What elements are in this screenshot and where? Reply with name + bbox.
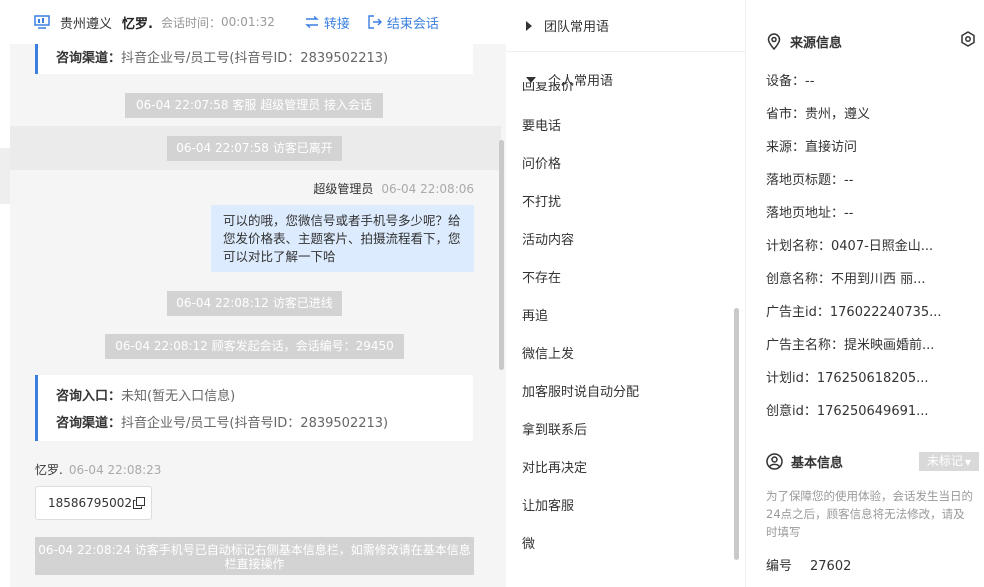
consult-channel-value: 抖音企业号/员工号(抖音号ID：2839502213) [121,416,389,431]
phrase-item[interactable]: 加客服时说自动分配 [522,381,639,400]
serial-label: 编号 [766,559,793,574]
consult-entry-label: 咨询入口： [56,389,122,404]
phrase-item[interactable]: 问价格 [522,153,561,172]
consult-entry-value: 未知(暂无入口信息) [121,389,236,404]
copy-icon[interactable] [132,497,145,509]
basic-info-label: 基本信息 [791,456,844,471]
info-row-advertiser-id: 广告主id：176022240735... [766,305,942,320]
phrase-item-partial[interactable]: 回复报价 [522,82,602,91]
transfer-icon [304,16,319,28]
agent-message-meta: 超级管理员 06-04 22:08:06 [313,180,474,197]
phrases-divider [506,51,745,52]
consult-channel-label: 咨询渠道： [56,416,122,431]
phrase-item[interactable]: 活动内容 [522,229,574,248]
mark-status-dropdown[interactable]: 未标记 ▼ [919,452,979,471]
agent-name: 超级管理员 [313,182,374,196]
transfer-button[interactable]: 转接 [304,13,350,32]
consult-channel-row: 咨询渠道：抖音企业号/员工号(抖音号ID：2839502213) [56,412,473,431]
consult-channel-row: 咨询渠道：抖音企业号/员工号(抖音号ID：2839502213) [56,47,473,66]
basic-info-title: 基本信息 [766,452,843,471]
chat-left-edge [0,0,10,587]
chat-panel: 贵州遵义 忆罗. 会话时间： 00:01:32 转接 结束会话 咨询渠道：抖音企… [0,0,506,587]
info-row-creative-name: 创意名称：不用到川西 丽... [766,272,926,287]
info-row-creative-id: 创意id：176250649691... [766,404,929,419]
consult-info-card-bottom: 咨询入口：未知(暂无入口信息) 咨询渠道：抖音企业号/员工号(抖音号ID：283… [35,375,473,441]
visitor-info-panel: 来源信息 设备：-- 省市：贵州，遵义 来源：直接访问 落地页标题：-- 落地页… [746,0,984,587]
chat-left-edge-shade [0,148,10,204]
triangle-right-icon [526,20,532,31]
info-row-plan-id: 计划id：176250618205... [766,371,929,386]
info-row-landing-title: 落地页标题：-- [766,173,854,188]
chat-header: 贵州遵义 忆罗. 会话时间： 00:01:32 转接 结束会话 [10,0,506,44]
serial-value: 27602 [810,559,852,574]
visitor-message-name: 忆罗. [35,463,63,477]
caret-down-icon: ▼ [964,458,972,467]
team-phrases-label: 团队常用语 [544,20,610,35]
phrase-item[interactable]: 再追 [522,305,548,324]
agent-message-time: 06-04 22:08:06 [381,182,474,196]
location-pin-icon [767,33,781,50]
consult-info-card-top: 咨询渠道：抖音企业号/员工号(抖音号ID：2839502213) [35,44,473,74]
session-time-label: 会话时间： [160,15,221,30]
visitor-message-meta: 忆罗. 06-04 22:08:23 [35,461,161,478]
info-row-serial: 编号 27602 [766,555,851,574]
monitor-icon [34,15,50,29]
phrase-item[interactable]: 不打扰 [522,191,561,210]
user-circle-icon [766,453,783,470]
visitor-name: 忆罗. [122,16,153,32]
phrase-item[interactable]: 不存在 [522,267,561,286]
system-message-enter: 06-04 22:08:12 访客已进线 [167,291,342,316]
source-info-label: 来源信息 [790,36,843,51]
settings-icon[interactable] [960,31,976,47]
session-time: 00:01:32 [220,15,275,29]
consult-channel-value: 抖音企业号/员工号(抖音号ID：2839502213) [121,51,389,66]
system-message-join: 06-04 22:07:58 客服 超级管理员 接入会话 [125,93,383,118]
info-row-landing-url: 落地页地址：-- [766,206,854,221]
phrase-item-partial-label: 回复报价 [522,82,575,91]
team-phrases-toggle[interactable]: 团队常用语 [526,16,609,35]
phrase-item[interactable]: 让加客服 [522,495,574,514]
visitor-location: 贵州遵义 [60,16,113,32]
exit-icon [368,15,382,29]
phrase-item[interactable]: 对比再决定 [522,457,587,476]
end-session-button[interactable]: 结束会话 [368,13,439,32]
chat-scrollbar[interactable] [499,140,504,370]
phrase-item[interactable]: 微 [522,533,535,552]
mark-status-label: 未标记 [926,454,963,468]
basic-info-hint: 为了保障您的使用体验，会话发生当日的24点之后，顾客信息将无法修改，请及时填写 [766,489,973,539]
system-message-start: 06-04 22:08:12 顾客发起会话，会话编号：29450 [105,334,404,359]
phrase-item[interactable]: 拿到联系后 [522,419,587,438]
visitor-phone-message[interactable]: 18586795002 [35,486,152,520]
system-message-auto-tag: 06-04 22:08:24 访客手机号已自动标记右侧基本信息栏，如需修改请在基… [35,537,474,575]
visitor-phone-number: 18586795002 [48,496,132,510]
info-row-advertiser-name: 广告主名称：提米映画婚前... [766,338,935,353]
transfer-label: 转接 [323,16,350,32]
visitor-message-time: 06-04 22:08:23 [68,463,162,477]
system-message-left: 06-04 22:07:58 访客已离开 [167,136,342,161]
info-row-device: 设备：-- [766,74,815,89]
consult-channel-label: 咨询渠道： [56,51,122,66]
phrases-scrollbar[interactable] [734,308,739,560]
phrase-item[interactable]: 要电话 [522,115,561,134]
quick-phrases-panel: 团队常用语 个人常用语 回复报价 要电话 问价格 不打扰 活动内容 不存在 再追… [506,0,746,587]
phrase-item[interactable]: 微信上发 [522,343,574,362]
consult-entry-row: 咨询入口：未知(暂无入口信息) [56,385,473,404]
info-row-source: 来源：直接访问 [766,140,858,155]
source-info-title: 来源信息 [766,32,842,51]
info-row-plan-name: 计划名称：0407-日照金山... [766,239,934,254]
info-row-province: 省市：贵州，遵义 [766,107,871,122]
agent-message-bubble: 可以的哦，您微信号或者手机号多少呢？给您发价格表、主题客片、拍摄流程看下，您可以… [211,205,474,272]
end-session-label: 结束会话 [386,16,439,32]
